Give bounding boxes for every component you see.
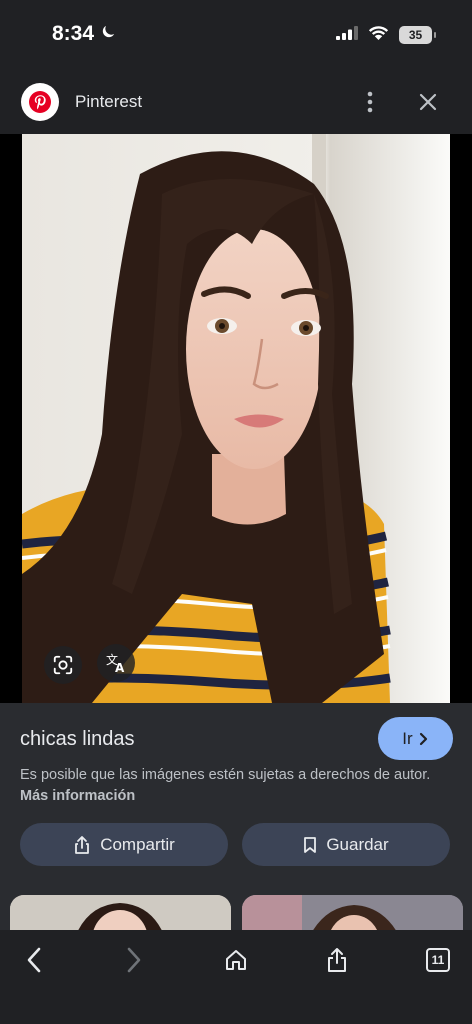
battery-level: 35 bbox=[408, 28, 423, 42]
source-header: Pinterest bbox=[0, 70, 472, 134]
share-button[interactable]: Compartir bbox=[20, 823, 228, 866]
home-icon bbox=[226, 950, 246, 970]
forward-button[interactable] bbox=[114, 940, 154, 980]
copyright-notice: Es posible que las imágenes estén sujeta… bbox=[20, 765, 440, 807]
visit-button[interactable]: Ir bbox=[378, 717, 453, 760]
main-photo[interactable]: 文 A bbox=[22, 134, 450, 703]
photo-illustration bbox=[22, 134, 450, 703]
bottom-toolbar: 11 bbox=[0, 930, 472, 1024]
source-name[interactable]: Pinterest bbox=[75, 92, 142, 112]
save-label: Guardar bbox=[326, 834, 389, 854]
translate-button[interactable]: 文 A bbox=[97, 644, 135, 682]
more-info-link[interactable]: Más información bbox=[20, 788, 135, 804]
status-bar: 8:34 35 bbox=[0, 0, 472, 70]
translate-icon: 文 A bbox=[106, 652, 125, 675]
back-arrow-icon bbox=[27, 947, 41, 973]
bookmark-icon bbox=[304, 836, 317, 853]
save-button[interactable]: Guardar bbox=[242, 823, 450, 866]
tabs-icon: 11 bbox=[426, 948, 450, 972]
copyright-text: Es posible que las imágenes estén sujeta… bbox=[20, 767, 431, 783]
moon-icon bbox=[100, 22, 117, 46]
lens-button[interactable] bbox=[44, 646, 82, 684]
status-time-group: 8:34 bbox=[52, 22, 117, 46]
tabs-button[interactable]: 11 bbox=[418, 940, 458, 980]
chevron-right-icon bbox=[419, 732, 427, 745]
forward-arrow-icon bbox=[127, 947, 141, 973]
share-icon bbox=[75, 835, 90, 854]
image-viewer[interactable]: 文 A bbox=[0, 134, 472, 703]
share-page-button[interactable] bbox=[317, 940, 357, 980]
close-icon bbox=[419, 93, 437, 111]
status-indicators: 35 bbox=[336, 25, 436, 45]
cellular-signal-icon bbox=[336, 25, 358, 45]
wifi-icon bbox=[368, 25, 389, 45]
share-label: Compartir bbox=[100, 834, 175, 854]
lens-icon bbox=[53, 655, 73, 675]
battery-icon: 35 bbox=[399, 26, 436, 44]
home-button[interactable] bbox=[216, 940, 256, 980]
tabs-count: 11 bbox=[431, 953, 445, 967]
image-title[interactable]: chicas lindas bbox=[20, 728, 135, 751]
related-image-thumbnail[interactable] bbox=[10, 895, 231, 930]
more-vertical-icon bbox=[367, 91, 373, 113]
visit-label: Ir bbox=[402, 728, 413, 748]
related-image-thumbnail[interactable] bbox=[242, 895, 463, 930]
related-images bbox=[0, 893, 472, 930]
back-button[interactable] bbox=[14, 940, 54, 980]
status-time: 8:34 bbox=[52, 22, 95, 45]
pinterest-logo-icon[interactable] bbox=[21, 83, 59, 121]
more-options-button[interactable] bbox=[356, 88, 384, 116]
close-button[interactable] bbox=[414, 88, 442, 116]
svg-text:A: A bbox=[115, 661, 125, 675]
share-icon bbox=[328, 948, 346, 972]
